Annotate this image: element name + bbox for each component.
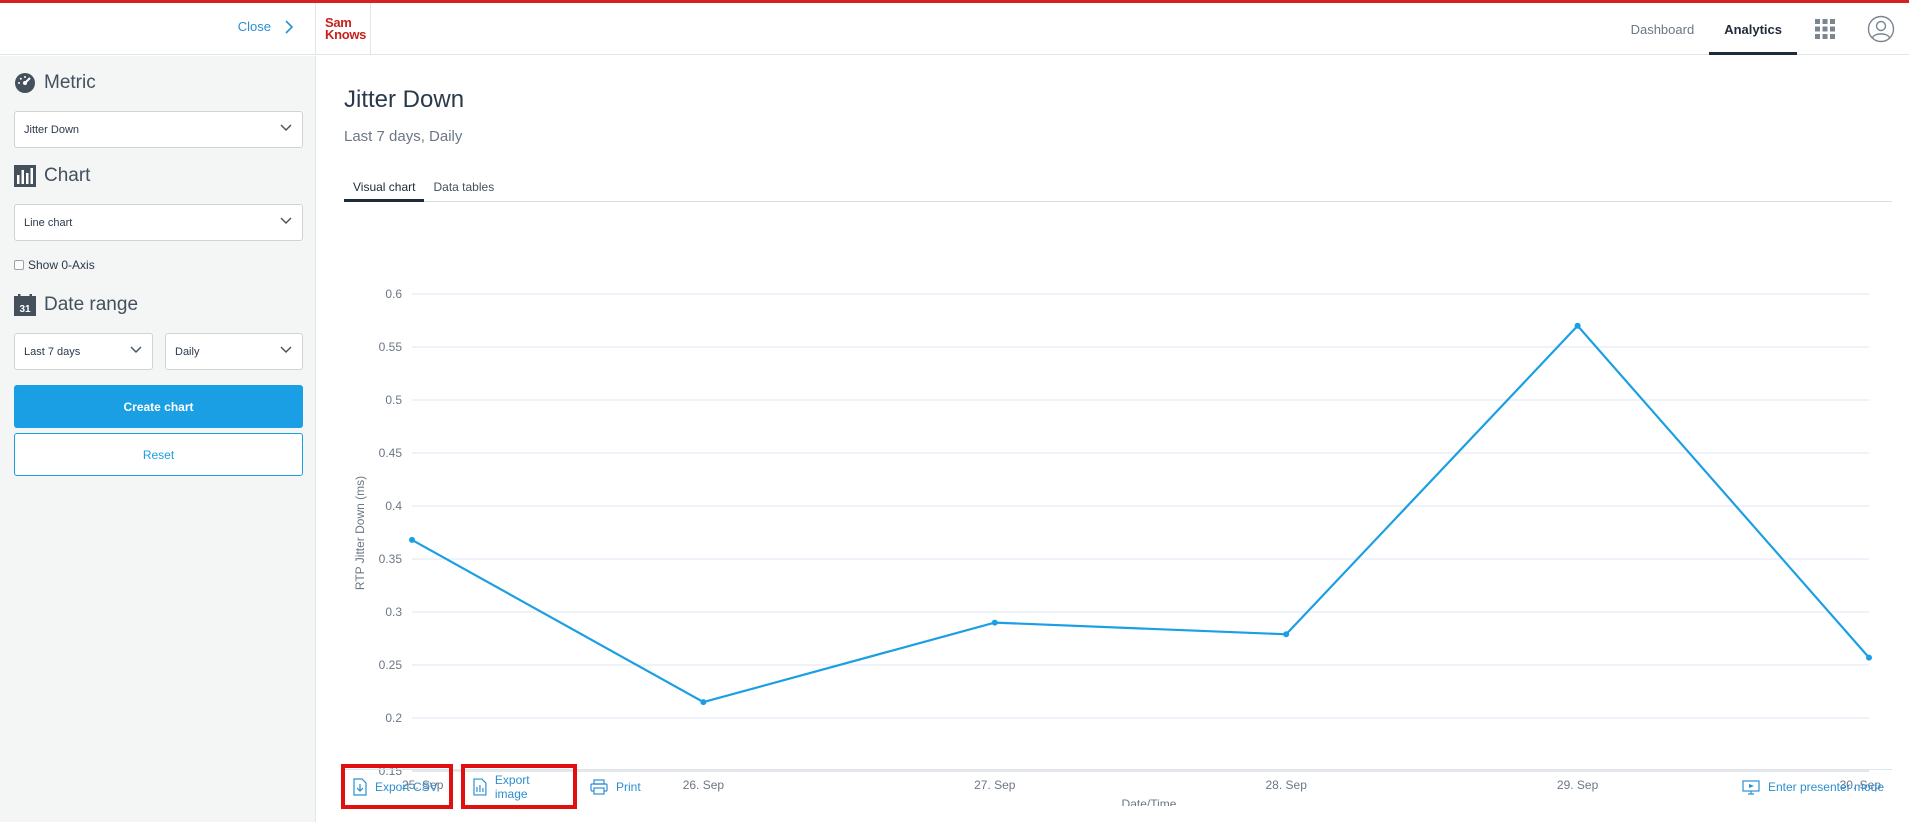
print-button[interactable]: Print bbox=[590, 764, 641, 809]
data-point[interactable] bbox=[1283, 631, 1290, 638]
sidebar: Metric Jitter Down Chart Line chart Show… bbox=[0, 56, 316, 822]
chevron-down-icon bbox=[280, 346, 292, 353]
chart-type-select[interactable]: Line chart bbox=[14, 204, 303, 241]
calendar-icon: 31 bbox=[14, 294, 36, 316]
apps-grid-button[interactable] bbox=[1797, 3, 1853, 55]
export-csv-button[interactable]: Export CSV bbox=[341, 764, 453, 809]
top-nav: Dashboard Analytics bbox=[1616, 3, 1909, 55]
y-axis-label: RTP Jitter Down (ms) bbox=[353, 476, 367, 590]
create-chart-button[interactable]: Create chart bbox=[14, 385, 303, 428]
nav-dashboard[interactable]: Dashboard bbox=[1616, 3, 1710, 55]
gauge-icon bbox=[15, 73, 35, 93]
y-tick-label: 0.35 bbox=[379, 552, 403, 566]
range-select[interactable]: Last 7 days bbox=[14, 333, 153, 370]
close-sidebar-button[interactable]: Close bbox=[238, 19, 293, 34]
image-file-icon bbox=[473, 777, 487, 796]
presenter-mode-button[interactable]: Enter presenter mode bbox=[1742, 764, 1884, 809]
tab-data-tables[interactable]: Data tables bbox=[424, 178, 503, 202]
close-label: Close bbox=[237, 19, 271, 34]
page-subtitle: Last 7 days, Daily bbox=[344, 128, 463, 145]
data-point[interactable] bbox=[991, 619, 998, 626]
x-axis-label: Date/Time bbox=[1122, 797, 1177, 806]
x-tick-label: 29. Sep bbox=[1557, 778, 1599, 792]
y-tick-label: 0.2 bbox=[385, 711, 402, 725]
bar-chart-icon bbox=[14, 165, 36, 187]
series-line bbox=[411, 324, 1870, 704]
main-content: Jitter Down Last 7 days, Daily Visual ch… bbox=[317, 56, 1909, 822]
y-tick-label: 0.4 bbox=[385, 499, 402, 513]
show-zero-axis-checkbox[interactable] bbox=[14, 260, 24, 270]
metric-section-title: Metric bbox=[14, 72, 96, 94]
apps-grid-icon bbox=[1815, 19, 1835, 39]
chevron-right-icon bbox=[285, 19, 293, 34]
line-chart: 0.150.20.250.30.350.40.450.50.550.6 25. … bbox=[353, 287, 1881, 806]
chevron-down-icon bbox=[280, 217, 292, 224]
data-point[interactable] bbox=[1574, 322, 1581, 329]
samknows-logo[interactable]: Sam Knows bbox=[317, 3, 371, 55]
printer-icon bbox=[590, 778, 608, 795]
data-point[interactable] bbox=[700, 699, 707, 706]
download-file-icon bbox=[353, 777, 367, 796]
y-tick-label: 0.5 bbox=[385, 393, 402, 407]
y-tick-label: 0.25 bbox=[379, 658, 403, 672]
user-avatar-icon bbox=[1867, 15, 1895, 43]
svg-text:31: 31 bbox=[19, 304, 31, 315]
y-tick-label: 0.6 bbox=[385, 287, 402, 301]
reset-button[interactable]: Reset bbox=[14, 433, 303, 476]
y-tick-label: 0.55 bbox=[379, 340, 403, 354]
show-zero-axis-row: Show 0-Axis bbox=[14, 258, 95, 272]
tab-visual-chart[interactable]: Visual chart bbox=[344, 178, 425, 202]
header-sidebar-area: Close bbox=[0, 3, 316, 55]
export-image-button[interactable]: Export image bbox=[461, 764, 577, 809]
presentation-icon bbox=[1742, 779, 1760, 795]
metric-select[interactable]: Jitter Down bbox=[14, 111, 303, 148]
y-tick-label: 0.45 bbox=[379, 446, 403, 460]
data-point[interactable] bbox=[409, 536, 415, 543]
page-title: Jitter Down bbox=[344, 86, 465, 113]
chevron-down-icon bbox=[130, 346, 142, 353]
y-tick-label: 0.3 bbox=[385, 605, 402, 619]
nav-analytics[interactable]: Analytics bbox=[1709, 3, 1797, 55]
x-tick-label: 26. Sep bbox=[683, 778, 725, 792]
app-header: Close Sam Knows Dashboard Analytics bbox=[0, 3, 1909, 55]
chevron-down-icon bbox=[280, 124, 292, 131]
interval-select[interactable]: Daily bbox=[165, 333, 303, 370]
chart-section-title: Chart bbox=[14, 165, 90, 187]
x-tick-label: 27. Sep bbox=[974, 778, 1016, 792]
date-range-section-title: 31 Date range bbox=[14, 294, 138, 316]
data-point[interactable] bbox=[1866, 654, 1872, 661]
view-tabs: Visual chart Data tables bbox=[344, 178, 1892, 202]
user-account-button[interactable] bbox=[1853, 3, 1909, 55]
x-tick-label: 28. Sep bbox=[1266, 778, 1308, 792]
